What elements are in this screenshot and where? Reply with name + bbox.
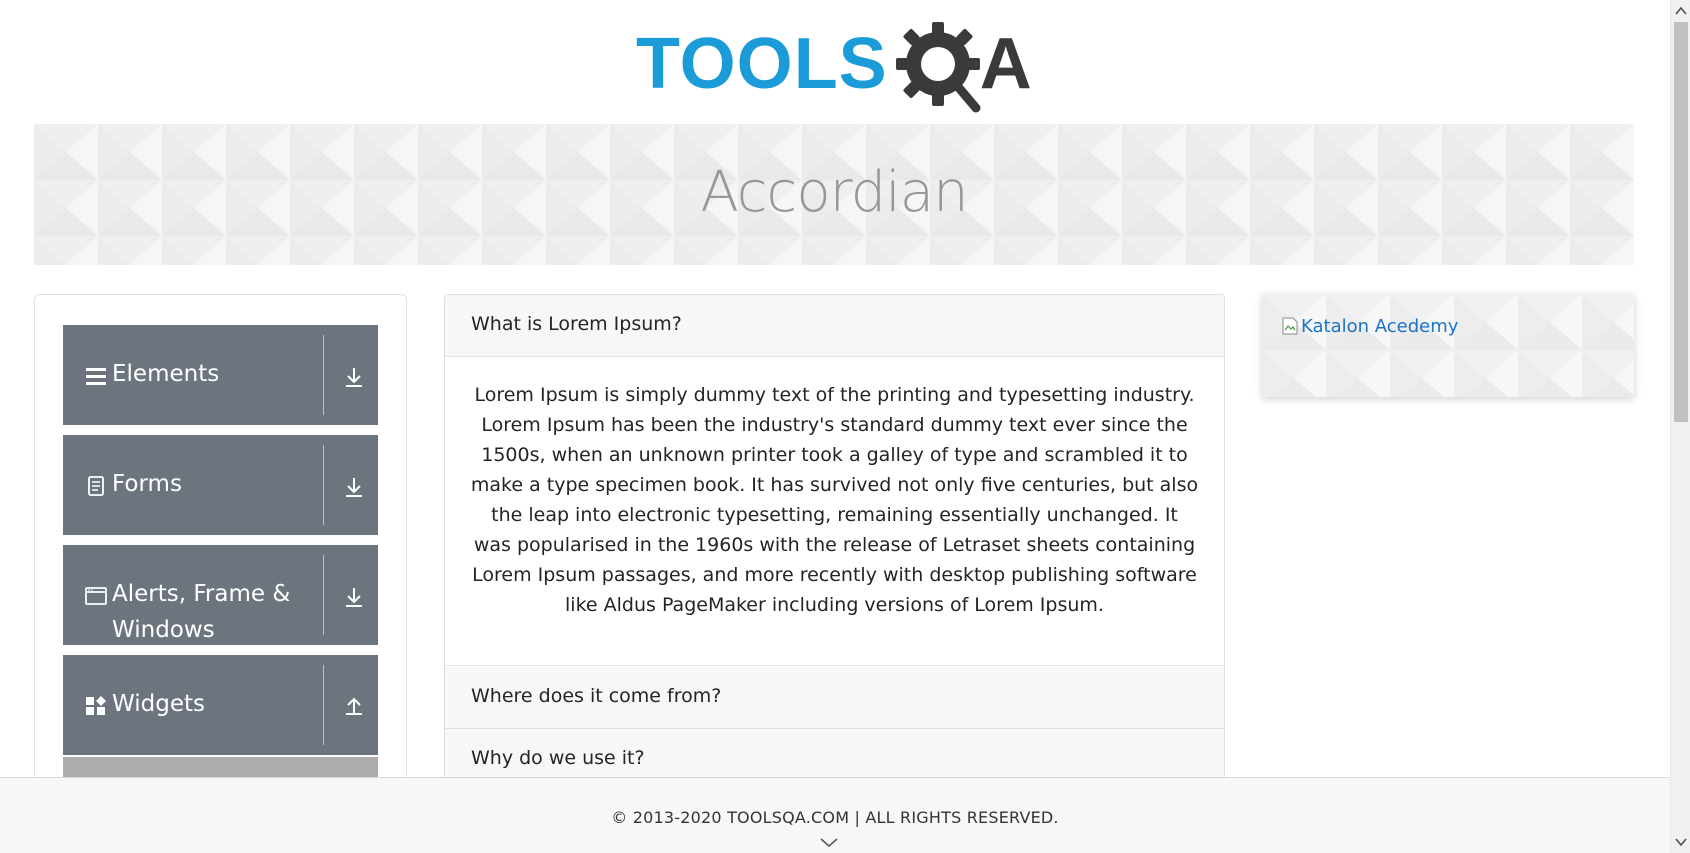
accordion-heading-text: Where does it come from? — [471, 685, 722, 707]
sidebar-group-label: Alerts, Frame & Windows — [112, 581, 291, 643]
upload-arrow-icon[interactable] — [343, 693, 365, 717]
accordion-section-1-heading[interactable]: What is Lorem Ipsum? — [445, 295, 1224, 357]
accordion-body-text: Lorem Ipsum is simply dummy text of the … — [470, 384, 1199, 616]
accordion: What is Lorem Ipsum? Lorem Ipsum is simp… — [444, 294, 1225, 814]
scroll-up-icon[interactable] — [1675, 6, 1687, 16]
sidebar-group-widgets[interactable]: Widgets — [63, 655, 378, 755]
sidebar-group-elements[interactable]: Elements — [63, 325, 378, 425]
accordion-section-1-content: Lorem Ipsum is simply dummy text of the … — [445, 358, 1224, 666]
sidebar-group-label: Forms — [112, 471, 182, 497]
page-scrollbar[interactable] — [1670, 0, 1690, 853]
logo-tools-text: TOOLS — [636, 24, 888, 104]
download-arrow-icon[interactable] — [343, 365, 365, 389]
divider — [323, 445, 324, 525]
ad-alt-link[interactable]: Katalon Acedemy — [1301, 316, 1458, 338]
footer: © 2013-2020 TOOLSQA.COM | ALL RIGHTS RES… — [0, 777, 1670, 853]
widgets-icon — [86, 696, 106, 715]
sidebar-group-forms[interactable]: Forms — [63, 435, 378, 535]
download-arrow-icon[interactable] — [343, 475, 365, 499]
sidebar-panel: Elements Forms Alerts, Frame & Windows W… — [34, 294, 407, 814]
accordion-section-2-heading[interactable]: Where does it come from? — [445, 667, 1224, 729]
accordion-heading-text: What is Lorem Ipsum? — [471, 313, 682, 335]
logo-a-text: A — [979, 24, 1033, 104]
divider — [323, 665, 324, 745]
divider — [323, 555, 324, 635]
document-icon — [88, 476, 104, 496]
list-icon — [86, 368, 106, 385]
divider — [323, 335, 324, 415]
window-icon — [85, 587, 107, 605]
scroll-down-icon[interactable] — [1675, 837, 1687, 847]
ad-pattern — [1262, 294, 1634, 397]
footer-copyright: © 2013-2020 TOOLSQA.COM | ALL RIGHTS RES… — [611, 808, 1059, 827]
scrollbar-thumb[interactable] — [1674, 22, 1688, 422]
sidebar-group-label: Widgets — [112, 691, 205, 717]
ad-image-broken[interactable]: Katalon Acedemy — [1281, 316, 1458, 338]
sidebar-group-label: Elements — [112, 361, 220, 387]
toolsqa-logo[interactable]: TOOLS A — [636, 20, 1038, 114]
page-banner: Accordian — [34, 124, 1634, 265]
sidebar-group-alerts-frame-windows[interactable]: Alerts, Frame & Windows — [63, 545, 378, 645]
chevron-down-icon[interactable] — [820, 838, 838, 848]
download-arrow-icon[interactable] — [343, 585, 365, 609]
ad-banner[interactable]: Katalon Acedemy — [1262, 294, 1634, 397]
page-title: Accordian — [700, 160, 968, 225]
gear-magnifier-icon — [896, 22, 981, 113]
broken-image-icon — [1282, 317, 1298, 335]
accordion-heading-text: Why do we use it? — [471, 747, 645, 769]
